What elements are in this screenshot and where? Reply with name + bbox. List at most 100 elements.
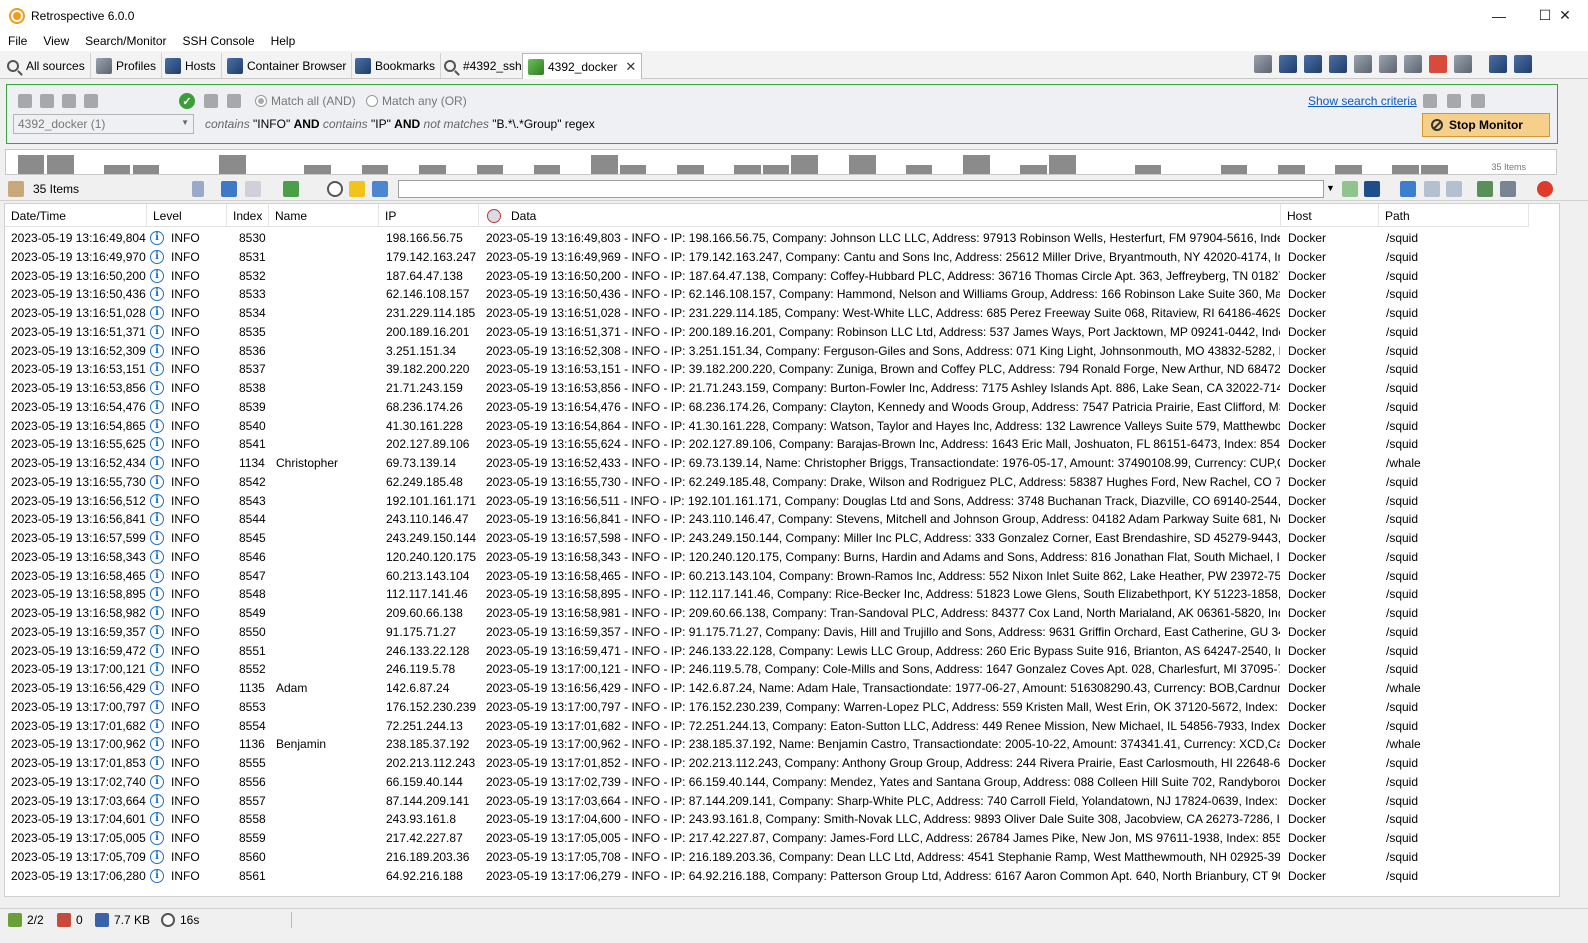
- chevron-down-icon[interactable]: ▼: [1326, 183, 1335, 193]
- minimize-button[interactable]: —: [1476, 0, 1522, 31]
- table-row[interactable]: i 2023-05-19 13:17:01,682 INFO 8554 72.251.2…: [5, 717, 1529, 736]
- column-data[interactable]: Data: [479, 204, 1281, 227]
- table-row[interactable]: i 2023-05-19 13:16:52,309 INFO 8536 3.251.15…: [5, 342, 1529, 361]
- bookmark-icon[interactable]: [1279, 55, 1297, 73]
- show-search-criteria-link[interactable]: Show search criteria: [1308, 94, 1417, 108]
- table-row[interactable]: i 2023-05-19 13:16:51,371 INFO 8535 200.189.…: [5, 323, 1529, 342]
- table-row[interactable]: i 2023-05-19 13:17:00,962 INFO 1136 Benjamin…: [5, 735, 1529, 754]
- regex-icon[interactable]: [1342, 181, 1358, 197]
- edit-filter-icon[interactable]: [84, 94, 98, 108]
- menu-file[interactable]: File: [0, 34, 35, 48]
- profile-edit-icon[interactable]: [1447, 94, 1461, 108]
- copy-filter-icon[interactable]: [40, 94, 54, 108]
- close-button[interactable]: ✕: [1542, 0, 1588, 31]
- match-all-radio[interactable]: Match all (AND): [255, 94, 356, 108]
- column-level[interactable]: Level: [147, 204, 227, 227]
- stop-monitor-button[interactable]: Stop Monitor: [1422, 113, 1550, 137]
- table-row[interactable]: i 2023-05-19 13:16:51,028 INFO 8534 231.229.…: [5, 304, 1529, 323]
- column-path[interactable]: Path: [1379, 204, 1529, 227]
- table-row[interactable]: i 2023-05-19 13:16:58,343 INFO 8546 120.240.…: [5, 548, 1529, 567]
- table-row[interactable]: i 2023-05-19 13:16:58,982 INFO 8549 209.60.6…: [5, 604, 1529, 623]
- histogram[interactable]: 35 Items: [5, 149, 1557, 175]
- filter-icon[interactable]: [1400, 181, 1416, 197]
- table-row[interactable]: i 2023-05-19 13:17:00,121 INFO 8552 246.119.…: [5, 660, 1529, 679]
- table-row[interactable]: i 2023-05-19 13:16:55,730 INFO 8542 62.249.1…: [5, 473, 1529, 492]
- filter-comment-icon[interactable]: [227, 94, 241, 108]
- table-row[interactable]: i 2023-05-19 13:17:05,709 INFO 8560 216.189.…: [5, 848, 1529, 867]
- edit-icon[interactable]: [1379, 55, 1397, 73]
- font-icon[interactable]: [1364, 181, 1380, 197]
- table-row[interactable]: i 2023-05-19 13:16:57,599 INFO 8545 243.249.…: [5, 529, 1529, 548]
- menu-help[interactable]: Help: [263, 34, 304, 48]
- tab-profiles[interactable]: Profiles: [91, 53, 163, 78]
- table-row[interactable]: i 2023-05-19 13:17:05,005 INFO 8559 217.42.2…: [5, 829, 1529, 848]
- table-row[interactable]: i 2023-05-19 13:16:54,476 INFO 8539 68.236.1…: [5, 398, 1529, 417]
- tab-bookmarks[interactable]: Bookmarks: [350, 53, 442, 78]
- database-icon[interactable]: [1404, 55, 1422, 73]
- table-row[interactable]: i 2023-05-19 13:16:59,472 INFO 8551 246.133.…: [5, 642, 1529, 661]
- table-row[interactable]: i 2023-05-19 13:17:06,280 INFO 8561 64.92.21…: [5, 867, 1529, 886]
- export-icon[interactable]: [1477, 181, 1493, 197]
- table-row[interactable]: i 2023-05-19 13:16:58,895 INFO 8548 112.117.…: [5, 585, 1529, 604]
- search-input[interactable]: [398, 180, 1324, 198]
- table-row[interactable]: i 2023-05-19 13:16:58,465 INFO 8547 60.213.1…: [5, 567, 1529, 586]
- pause-icon[interactable]: [192, 181, 204, 197]
- search-tools-icon[interactable]: [1423, 94, 1437, 108]
- tab-4392-docker[interactable]: 4392_docker ✕: [522, 53, 643, 79]
- settings-icon[interactable]: [1500, 181, 1516, 197]
- close-icon[interactable]: ✕: [625, 59, 636, 75]
- table-row[interactable]: i 2023-05-19 13:17:00,797 INFO 8553 176.152.…: [5, 698, 1529, 717]
- pepper-icon[interactable]: [1537, 181, 1553, 197]
- table-row[interactable]: i 2023-05-19 13:16:54,865 INFO 8540 41.30.16…: [5, 417, 1529, 436]
- column-index[interactable]: Index: [227, 204, 269, 227]
- tab-4392-ssh[interactable]: #4392_ssh: [439, 53, 528, 78]
- table-row[interactable]: i 2023-05-19 13:16:50,200 INFO 8532 187.64.4…: [5, 267, 1529, 286]
- clock-icon[interactable]: [1454, 55, 1472, 73]
- table-row[interactable]: i 2023-05-19 13:16:53,151 INFO 8537 39.182.2…: [5, 360, 1529, 379]
- table-row[interactable]: i 2023-05-19 13:16:49,970 INFO 8531 179.142.…: [5, 248, 1529, 267]
- menu-view[interactable]: View: [35, 34, 77, 48]
- table-row[interactable]: i 2023-05-19 13:16:49,804 INFO 8530 198.166.…: [5, 229, 1529, 248]
- filter-add-icon[interactable]: [204, 94, 218, 108]
- table-row[interactable]: i 2023-05-19 13:16:52,434 INFO 1134 Christop…: [5, 454, 1529, 473]
- arrow-up-icon[interactable]: [1446, 181, 1462, 197]
- tab-hosts[interactable]: Hosts: [160, 53, 222, 78]
- column-name[interactable]: Name: [269, 204, 379, 227]
- table-row[interactable]: i 2023-05-19 13:16:53,856 INFO 8538 21.71.24…: [5, 379, 1529, 398]
- column-ip[interactable]: IP: [379, 204, 479, 227]
- table-row[interactable]: i 2023-05-19 13:16:56,841 INFO 8544 243.110.…: [5, 510, 1529, 529]
- column-datetime[interactable]: Date/Time: [5, 204, 147, 227]
- container-icon[interactable]: [1304, 55, 1322, 73]
- layout-icon[interactable]: [1489, 55, 1507, 73]
- filter-tree-icon[interactable]: [62, 94, 76, 108]
- table-row[interactable]: i 2023-05-19 13:16:56,429 INFO 1135 Adam 142.…: [5, 679, 1529, 698]
- clock-icon[interactable]: [327, 181, 343, 197]
- container-icon[interactable]: [1329, 55, 1347, 73]
- table-row[interactable]: i 2023-05-19 13:17:02,740 INFO 8556 66.159.4…: [5, 773, 1529, 792]
- new-search-icon[interactable]: [1254, 55, 1272, 73]
- activity-icon[interactable]: [1429, 55, 1447, 73]
- clear-icon[interactable]: [245, 181, 261, 197]
- table-row[interactable]: i 2023-05-19 13:17:04,601 INFO 8558 243.93.1…: [5, 810, 1529, 829]
- menu-search-monitor[interactable]: Search/Monitor: [77, 34, 174, 48]
- export-icon[interactable]: [1471, 94, 1485, 108]
- table-row[interactable]: i 2023-05-19 13:16:50,436 INFO 8533 62.146.1…: [5, 285, 1529, 304]
- window-icon[interactable]: [1514, 55, 1532, 73]
- highlight-icon[interactable]: [283, 181, 299, 197]
- new-filter-icon[interactable]: [18, 94, 32, 108]
- table-row[interactable]: i 2023-05-19 13:16:59,357 INFO 8550 91.175.7…: [5, 623, 1529, 642]
- menu-ssh-console[interactable]: SSH Console: [175, 34, 263, 48]
- table-row[interactable]: i 2023-05-19 13:17:03,664 INFO 8557 87.144.2…: [5, 792, 1529, 811]
- table-row[interactable]: i 2023-05-19 13:16:55,625 INFO 8541 202.127.…: [5, 435, 1529, 454]
- grid-icon[interactable]: [372, 181, 388, 197]
- table-row[interactable]: i 2023-05-19 13:16:56,512 INFO 8543 192.101.…: [5, 492, 1529, 511]
- monitor-icon[interactable]: [1354, 55, 1372, 73]
- warning-icon[interactable]: [349, 181, 365, 197]
- check-icon[interactable]: ✓: [179, 93, 195, 109]
- match-any-radio[interactable]: Match any (OR): [366, 94, 467, 108]
- source-select[interactable]: 4392_docker (1): [13, 114, 194, 134]
- column-host[interactable]: Host: [1281, 204, 1379, 227]
- table-row[interactable]: i 2023-05-19 13:17:01,853 INFO 8555 202.213.…: [5, 754, 1529, 773]
- arrow-down-icon[interactable]: [1424, 181, 1440, 197]
- wrap-icon[interactable]: [221, 181, 237, 197]
